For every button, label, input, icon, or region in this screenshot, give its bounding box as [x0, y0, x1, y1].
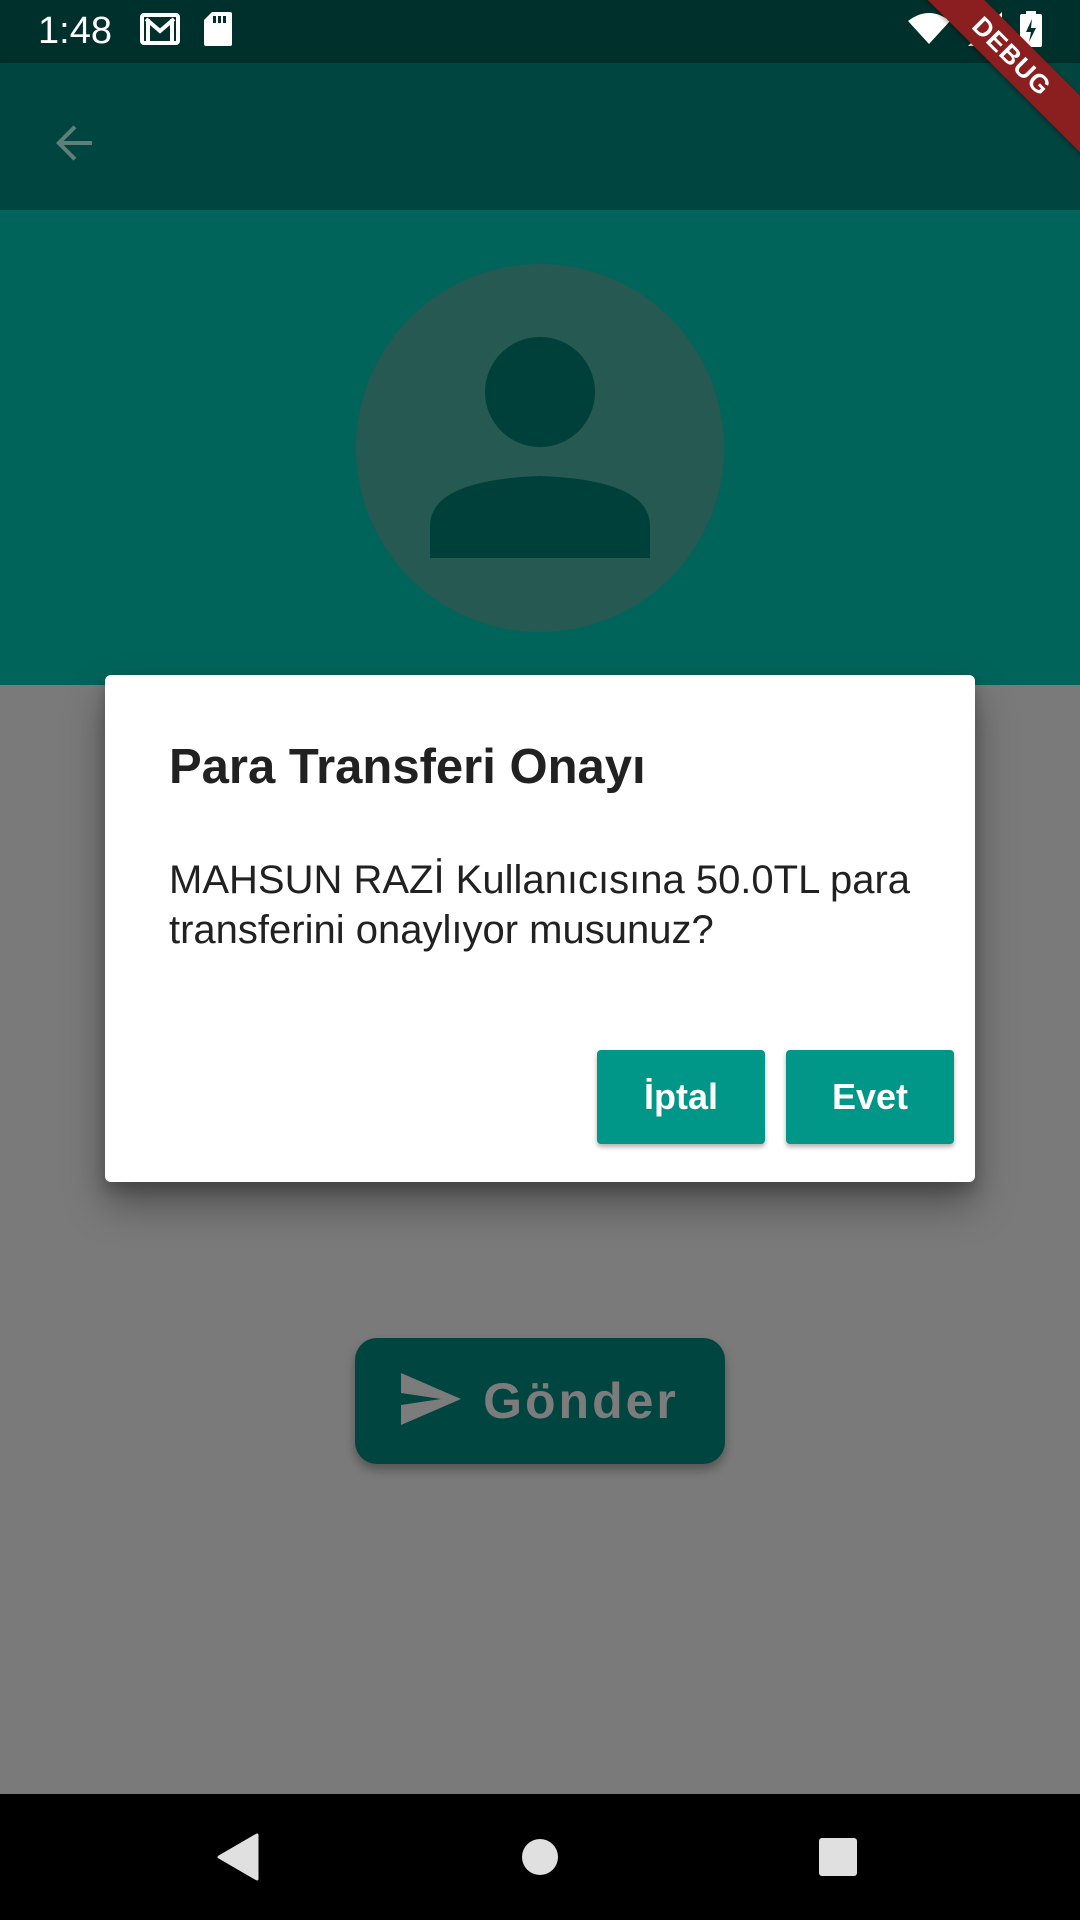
send-button[interactable]: Gönder — [355, 1338, 725, 1464]
confirm-button[interactable]: Evet — [786, 1050, 954, 1144]
app-bar — [0, 63, 1080, 210]
cancel-button[interactable]: İptal — [597, 1050, 765, 1144]
arrow-back-icon — [56, 125, 92, 161]
nav-home-button[interactable] — [505, 1822, 575, 1892]
dialog-message: MAHSUN RAZİ Kullanıcısına 50.0TL para tr… — [169, 858, 911, 952]
navigation-bar — [0, 1794, 1080, 1920]
status-time: 1:48 — [38, 10, 112, 52]
nav-recents-button[interactable] — [803, 1822, 873, 1892]
dialog-title: Para Transferi Onayı — [169, 740, 646, 794]
person-icon — [430, 337, 650, 558]
back-button[interactable] — [34, 103, 114, 183]
wifi-icon — [908, 13, 950, 50]
send-button-label: Gönder — [483, 1373, 679, 1429]
sd-card-icon — [203, 12, 232, 51]
nav-back-icon — [217, 1833, 259, 1881]
gmail-icon — [139, 13, 180, 50]
screen: 1:48 Gönder Para Transferi Onayı MAHSUN … — [0, 0, 1080, 1920]
send-icon — [401, 1372, 462, 1430]
avatar — [356, 264, 724, 632]
nav-home-icon — [522, 1839, 558, 1875]
confirmation-dialog: Para Transferi Onayı MAHSUN RAZİ Kullanı… — [105, 675, 975, 1182]
nav-back-button[interactable] — [204, 1822, 274, 1892]
status-bar: 1:48 — [0, 0, 1080, 63]
nav-recents-icon — [819, 1838, 857, 1876]
status-left-icons — [139, 12, 232, 51]
profile-header — [0, 210, 1080, 685]
